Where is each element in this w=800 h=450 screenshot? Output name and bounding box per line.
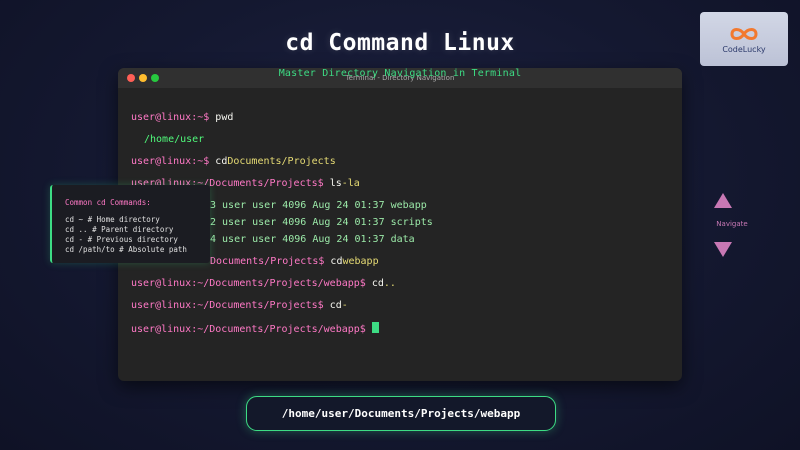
terminal-output: 2 user user 4096 Aug 24 01:37 scripts [210, 217, 433, 228]
tooltip-item: cd - # Previous directory [65, 235, 178, 244]
cd-commands-tooltip: Common cd Commands: cd ~ # Home director… [50, 185, 210, 263]
terminal-output: /home/user [144, 134, 205, 145]
navigate-up-icon[interactable] [714, 193, 732, 208]
page-title: cd Command Linux [285, 30, 515, 56]
tooltip-item: cd ~ # Home directory [65, 215, 160, 224]
terminal-line: user@linux:~$ pwd [131, 112, 234, 123]
page-subtitle: Master Directory Navigation in Terminal [278, 68, 522, 79]
terminal-line: user@linux:~$ cdDocuments/Projects [131, 156, 336, 167]
current-path-display: /home/user/Documents/Projects/webapp [246, 396, 556, 431]
terminal-line: user@linux:~/Documents/Projects$ cd- [131, 300, 348, 311]
terminal-line: Documents/Projects$ cdwebapp [210, 256, 379, 267]
tooltip-item: cd .. # Parent directory [65, 225, 174, 234]
codelucky-logo[interactable]: CodeLucky [700, 12, 788, 66]
tooltip-item: cd /path/to # Absolute path [65, 245, 187, 254]
terminal-output: 3 user user 4096 Aug 24 01:37 webapp [210, 200, 427, 211]
infinity-logo-icon [730, 27, 758, 40]
text-cursor [371, 322, 379, 333]
logo-text: CodeLucky [722, 44, 766, 54]
terminal-line: user@linux:~/Documents/Projects/webapp$ … [131, 278, 396, 289]
navigate-down-icon[interactable] [714, 242, 732, 257]
terminal-output: 4 user user 4096 Aug 24 01:37 data [210, 234, 415, 245]
navigate-label: Navigate [716, 220, 748, 228]
tooltip-title: Common cd Commands: [65, 198, 151, 207]
terminal-input-line[interactable]: user@linux:~/Documents/Projects/webapp$ [131, 322, 379, 336]
